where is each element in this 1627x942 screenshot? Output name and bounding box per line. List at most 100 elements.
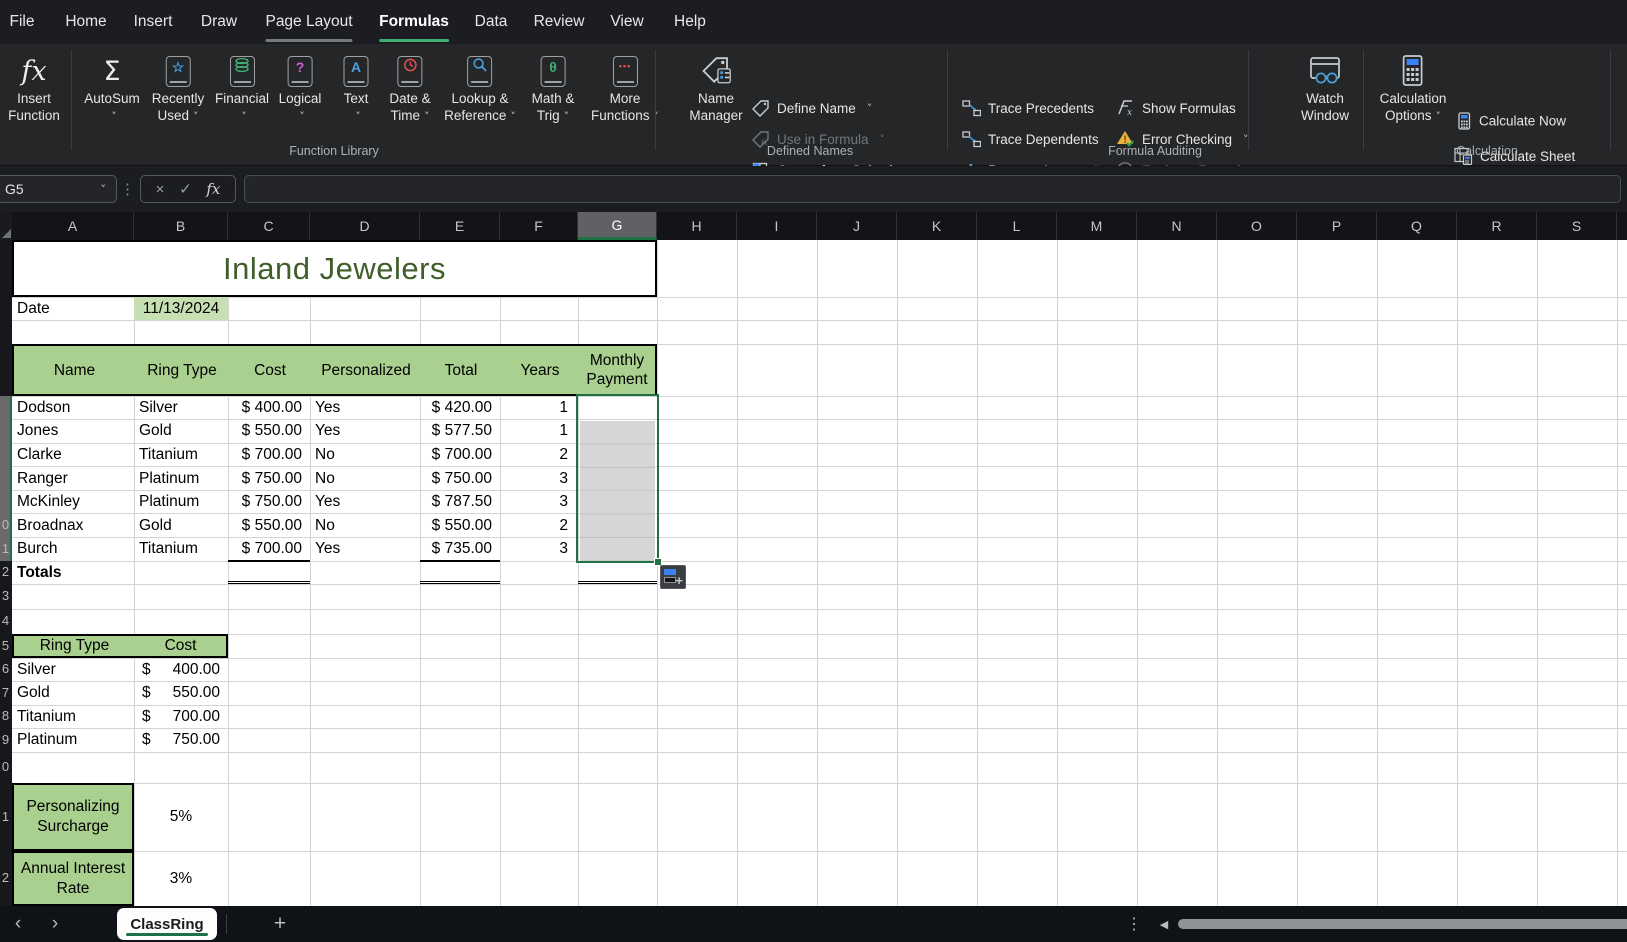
autosum-button[interactable]: Σ AutoSum ˅ <box>84 52 140 125</box>
scroll-left-arrow-icon[interactable]: ◀ <box>1160 906 1168 942</box>
column-header-D[interactable]: D <box>310 212 420 240</box>
interest-label-cell[interactable]: Annual Interest Rate <box>12 851 134 906</box>
header-total[interactable]: Total <box>421 346 501 394</box>
insert-function-fx-icon[interactable]: fx <box>206 180 220 198</box>
cell-personalized[interactable]: Yes <box>310 490 420 514</box>
table-row[interactable]: Dodson Silver $ 400.00 Yes $ 420.00 1 <box>12 396 657 420</box>
row-header-label[interactable]: 5 <box>0 638 11 653</box>
table-row[interactable]: Burch Titanium $ 700.00 Yes $ 735.00 3 <box>12 537 657 561</box>
header-ring-type[interactable]: Ring Type <box>135 346 229 394</box>
recently-used-button[interactable]: ☆ Recently Used ˅ <box>152 52 204 125</box>
menu-tab-help[interactable]: Help <box>674 0 706 44</box>
spreadsheet-grid[interactable]: ABCDEFGHIJKLMNOPQRS 0123456789012 Inland… <box>0 212 1627 906</box>
watch-window-button[interactable]: Watch Window <box>1301 52 1349 124</box>
cell-cost[interactable]: $ 700.00 <box>228 443 310 467</box>
table-header-row[interactable]: Name Ring Type Cost Personalized Total Y… <box>12 344 657 396</box>
name-manager-button[interactable]: Name Manager <box>689 52 743 124</box>
calculate-now-button[interactable]: Calculate Now <box>1456 112 1566 131</box>
column-header-E[interactable]: E <box>420 212 500 240</box>
cell-years[interactable]: 3 <box>500 537 578 561</box>
add-sheet-button[interactable]: + <box>274 906 286 942</box>
table-row[interactable]: Jones Gold $ 550.00 Yes $ 577.50 1 <box>12 420 657 444</box>
header-monthly-payment[interactable]: Monthly Payment <box>579 346 655 394</box>
sheet-tab-classring[interactable]: ClassRing <box>117 908 217 940</box>
date-time-button[interactable]: Date & Time ˅ <box>389 52 431 125</box>
cell-years[interactable]: 3 <box>500 490 578 514</box>
select-all-corner[interactable] <box>0 212 12 240</box>
lookup-header-ring-type[interactable]: Ring Type <box>14 636 135 656</box>
sheet-nav-right-icon[interactable]: › <box>52 906 58 942</box>
column-header-N[interactable]: N <box>1137 212 1217 240</box>
table-row[interactable]: Ranger Platinum $ 750.00 No $ 750.00 3 <box>12 467 657 491</box>
cell-ring-type[interactable]: Platinum <box>134 490 228 514</box>
column-header-R[interactable]: R <box>1457 212 1537 240</box>
cell-total[interactable]: $ 750.00 <box>420 467 500 491</box>
lookup-cost-cell[interactable]: $400.00 <box>134 658 228 682</box>
cell-name[interactable]: McKinley <box>12 490 134 514</box>
cell-cost[interactable]: $ 700.00 <box>228 537 310 561</box>
lookup-header-cost[interactable]: Cost <box>135 636 226 656</box>
date-label-cell[interactable]: Date <box>12 297 134 320</box>
row-header-label[interactable]: 2 <box>0 564 11 579</box>
cell-cost[interactable]: $ 550.00 <box>228 514 310 538</box>
row-header-label[interactable]: 1 <box>0 809 11 824</box>
totals-row[interactable]: Totals <box>12 561 657 584</box>
lookup-row[interactable]: Gold $550.00 <box>12 682 228 706</box>
enter-check-icon[interactable]: ✓ <box>179 180 192 198</box>
selection-range-g5-g11[interactable] <box>576 394 662 566</box>
row-header-label[interactable]: 0 <box>0 517 11 532</box>
column-header-A[interactable]: A <box>12 212 134 240</box>
column-header-H[interactable]: H <box>657 212 737 240</box>
cell-personalized[interactable]: No <box>310 443 420 467</box>
column-header-G[interactable]: G <box>578 212 657 240</box>
name-box[interactable]: G5 ˅ <box>0 175 117 203</box>
lookup-header-row[interactable]: Ring Type Cost <box>12 634 228 658</box>
sheet-title-cell[interactable]: Inland Jewelers <box>12 240 657 297</box>
column-header-C[interactable]: C <box>228 212 310 240</box>
lookup-type-cell[interactable]: Titanium <box>12 705 134 729</box>
cell-ring-type[interactable]: Titanium <box>134 443 228 467</box>
row-headers[interactable]: 0 1 2 3 4 5 6 7 8 9 0 1 2 <box>0 240 12 906</box>
cell-years[interactable]: 1 <box>500 420 578 444</box>
lookup-type-cell[interactable]: Platinum <box>12 729 134 753</box>
cell-personalized[interactable]: Yes <box>310 537 420 561</box>
row-header-label[interactable]: 1 <box>0 541 11 556</box>
lookup-cost-cell[interactable]: $550.00 <box>134 682 228 706</box>
cell-years[interactable]: 1 <box>500 396 578 420</box>
column-header-I[interactable]: I <box>737 212 817 240</box>
cell-ring-type[interactable]: Platinum <box>134 467 228 491</box>
cell-ring-type[interactable]: Gold <box>134 420 228 444</box>
date-value-cell[interactable]: 11/13/2024 <box>134 297 228 320</box>
menu-tab-page-layout[interactable]: Page Layout <box>265 0 353 44</box>
cell-name[interactable]: Clarke <box>12 443 134 467</box>
column-header-P[interactable]: P <box>1297 212 1377 240</box>
row-header-label[interactable]: 9 <box>0 732 11 747</box>
cell-personalized[interactable]: No <box>310 514 420 538</box>
cell-personalized[interactable]: No <box>310 467 420 491</box>
column-headers[interactable]: ABCDEFGHIJKLMNOPQRS <box>12 212 1627 240</box>
lookup-reference-button[interactable]: Lookup & Reference ˅ <box>444 52 516 125</box>
row-header-label[interactable]: 4 <box>0 613 11 628</box>
cell-ring-type[interactable]: Gold <box>134 514 228 538</box>
cell-total[interactable]: $ 700.00 <box>420 443 500 467</box>
trace-precedents-button[interactable]: Trace Precedents <box>962 99 1094 117</box>
header-personalized[interactable]: Personalized <box>311 346 421 394</box>
row-header-label[interactable]: 8 <box>0 708 11 723</box>
menu-tab-review[interactable]: Review <box>534 0 585 44</box>
column-header-F[interactable]: F <box>500 212 578 240</box>
lookup-type-cell[interactable]: Silver <box>12 658 134 682</box>
cell-years[interactable]: 2 <box>500 443 578 467</box>
show-formulas-button[interactable]: x Show Formulas <box>1116 99 1236 117</box>
totals-total-cell[interactable] <box>420 561 500 584</box>
cell-total[interactable]: $ 735.00 <box>420 537 500 561</box>
menu-tab-formulas[interactable]: Formulas <box>379 0 449 44</box>
cell-cost[interactable]: $ 750.00 <box>228 467 310 491</box>
formula-input[interactable] <box>244 175 1621 203</box>
totals-label-cell[interactable]: Totals <box>12 561 134 584</box>
lookup-row[interactable]: Platinum $750.00 <box>12 729 228 753</box>
row-header-label[interactable]: 0 <box>0 759 11 774</box>
math-trig-button[interactable]: θ Math & Trig ˅ <box>532 52 574 125</box>
column-header-S[interactable]: S <box>1537 212 1617 240</box>
calculation-options-button[interactable]: Calculation Options ˅ <box>1380 52 1446 125</box>
cell-total[interactable]: $ 577.50 <box>420 420 500 444</box>
